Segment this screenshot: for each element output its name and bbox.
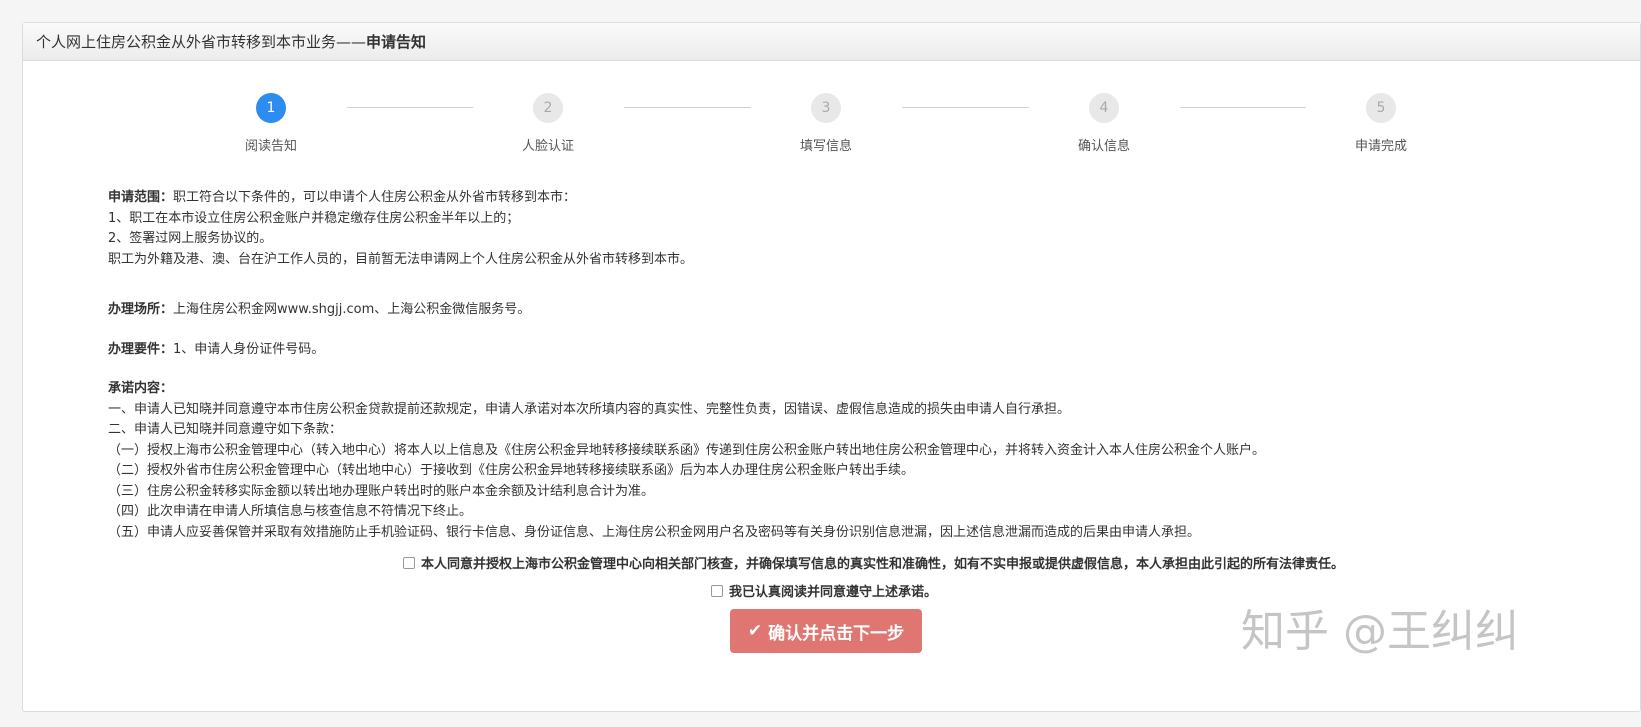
read-text: 我已认真阅读并同意遵守上述承诺。 [729, 585, 938, 600]
step-connector [347, 107, 473, 108]
promise-line: 一、申请人已知晓并同意遵守本市住房公积金贷款提前还款规定，申请人承诺对本次所填内… [108, 401, 1071, 417]
confirm-next-button[interactable]: ✔ 确认并点击下一步 [730, 609, 922, 653]
zhihu-watermark: 知乎 @王纠纠 [1241, 606, 1519, 657]
step-connector [902, 107, 1029, 108]
authorize-checkbox[interactable] [403, 556, 415, 569]
promise-line: 二、申请人已知晓并同意遵守如下条款： [108, 422, 343, 437]
promise-line: （一）授权上海市公积金管理中心（转入地中心）将本人以上信息及《住房公积金异地转移… [108, 442, 1266, 458]
scope-line: 2、签署过网上服务协议的。 [108, 231, 273, 246]
scope-label: 申请范围： [108, 190, 174, 205]
step-number: 5 [1366, 93, 1396, 123]
requirements-info: 办理要件：1、申请人身份证件号码。 [108, 341, 325, 357]
scope-intro: 申请范围：职工符合以下条件的，可以申请个人住房公积金从外省市转移到本市： [108, 190, 577, 205]
notice-content: 申请范围：职工符合以下条件的，可以申请个人住房公积金从外省市转移到本市： 1、职… [108, 188, 1608, 543]
confirm-next-label: 确认并点击下一步 [768, 623, 905, 644]
step-fill-info: 3 填写信息 [756, 93, 896, 154]
step-connector [624, 107, 751, 108]
scope-line: 职工为外籍及港、澳、台在沪工作人员的，目前暂无法申请网上个人住房公积金从外省市转… [108, 251, 694, 267]
step-number: 4 [1089, 93, 1119, 123]
application-panel: 个人网上住房公积金从外省市转移到本市业务—— 申请告知 1 阅读告知 2 人脸认证… [22, 22, 1641, 712]
promise-line: （五）申请人应妥善保管并采取有效措施防止手机验证码、银行卡信息、身份证信息、上海… [108, 524, 1201, 540]
step-number: 1 [256, 93, 286, 123]
promise-label: 承诺内容： [108, 381, 174, 396]
promise-line: （二）授权外省市住房公积金管理中心（转出地中心）于接收到《住房公积金异地转移接续… [108, 463, 915, 478]
promise-line: （四）此次申请在申请人所填信息与核查信息不符情况下终止。 [108, 504, 473, 519]
place-info: 办理场所：上海住房公积金网www.shgjj.com、上海公积金微信服务号。 [108, 302, 531, 317]
authorize-agreement[interactable]: 本人同意并授权上海市公积金管理中心向相关部门核查，并确保填写信息的真实性和准确性… [23, 553, 1640, 572]
step-label: 确认信息 [1077, 139, 1130, 154]
step-number: 3 [811, 93, 841, 123]
scope-line: 1、职工在本市设立住房公积金账户并稳定缴存住房公积金半年以上的； [108, 210, 520, 226]
step-face-verify: 2 人脸认证 [478, 93, 618, 154]
requirements-label: 办理要件： [108, 341, 174, 357]
step-confirm-info: 4 确认信息 [1034, 93, 1174, 154]
promise-line: （三）住房公积金转移实际金额以转出地办理账户转出时的账户本金余额及计结利息合计为… [108, 483, 655, 499]
check-icon: ✔ [747, 621, 763, 641]
step-label: 阅读告知 [244, 139, 297, 154]
step-label: 人脸认证 [521, 139, 574, 154]
read-checkbox[interactable] [711, 584, 723, 597]
step-label: 申请完成 [1354, 139, 1407, 154]
step-read-notice: 1 阅读告知 [201, 93, 341, 154]
step-connector [1180, 107, 1306, 108]
step-label: 填写信息 [799, 139, 852, 154]
step-number: 2 [533, 93, 563, 123]
authorize-text: 本人同意并授权上海市公积金管理中心向相关部门核查，并确保填写信息的真实性和准确性… [421, 557, 1345, 572]
progress-stepper: 1 阅读告知 2 人脸认证 3 填写信息 4 确认信息 5 申请完成 [23, 23, 1640, 173]
place-label: 办理场所： [108, 302, 174, 317]
step-complete: 5 申请完成 [1311, 93, 1451, 154]
